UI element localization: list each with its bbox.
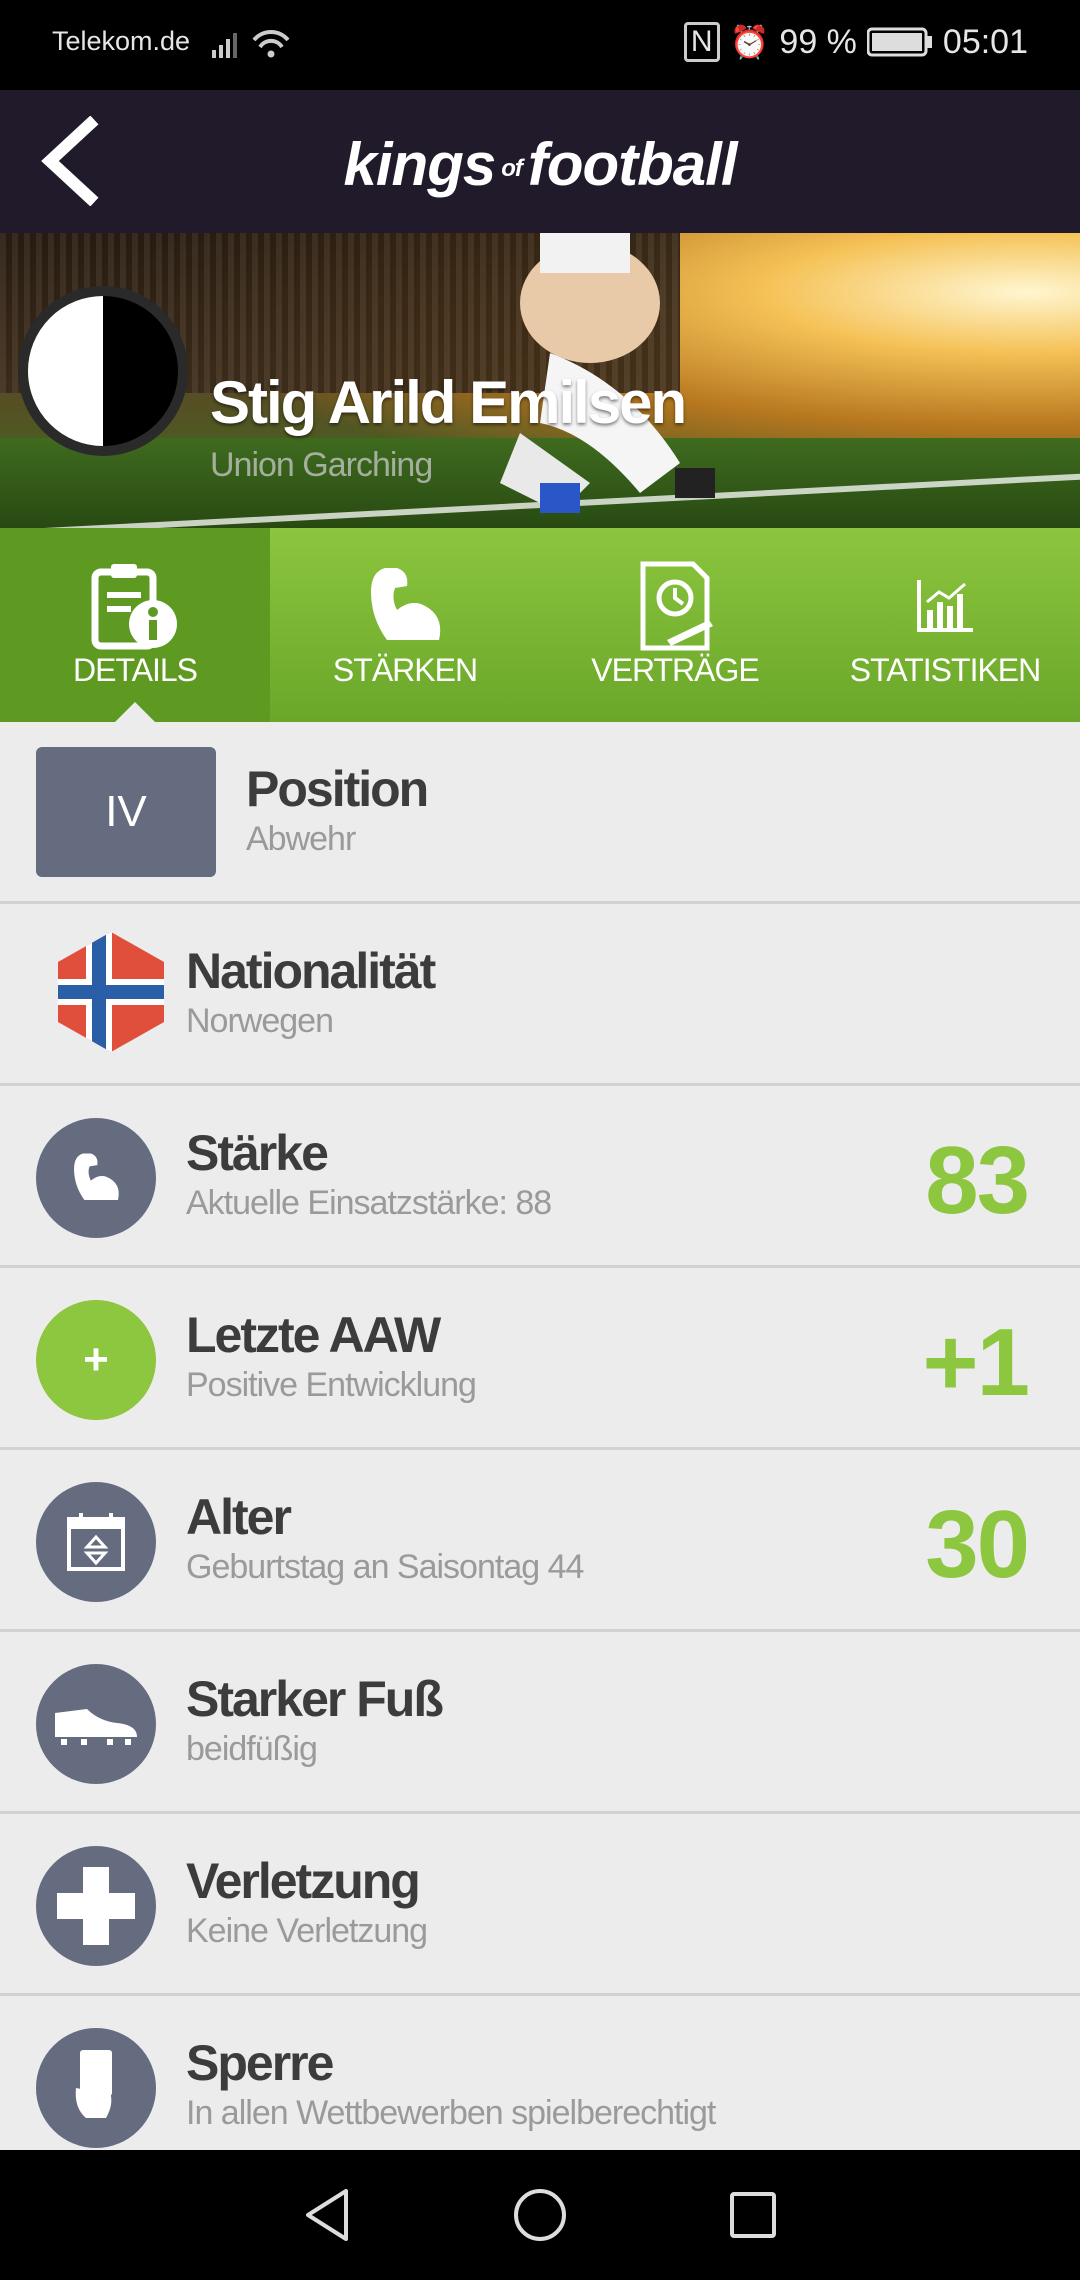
- club-badge: [18, 286, 188, 456]
- nfc-icon: N: [683, 22, 720, 62]
- flexed-arm-icon: [74, 1153, 119, 1200]
- strength-icon-circle: [36, 1118, 156, 1238]
- foot-icon-circle: [36, 1664, 156, 1784]
- status-bar: Telekom.de N ⏰ 99 % 05:01: [0, 0, 1080, 90]
- strength-subtitle: Aktuelle Einsatzstärke: 88: [186, 1184, 552, 1222]
- plus-icon: +: [83, 1335, 109, 1384]
- injury-icon-circle: [36, 1846, 156, 1966]
- app-bar: kings of football: [0, 90, 1080, 233]
- position-badge: IV: [36, 747, 216, 877]
- app-logo: kings of football: [343, 131, 738, 198]
- injury-value: Keine Verletzung: [186, 1912, 428, 1950]
- referee-card-icon: [75, 2050, 112, 2118]
- foot-title: Starker Fuß: [186, 1671, 444, 1727]
- list-item-position[interactable]: IV Position Abwehr: [0, 722, 1080, 904]
- player-club: Union Garching: [210, 446, 433, 484]
- foot-value: beidfüßig: [186, 1730, 318, 1768]
- battery-icon: [866, 27, 932, 57]
- tab-details[interactable]: DETAILS: [0, 528, 270, 722]
- list-item-strength[interactable]: Stärke Aktuelle Einsatzstärke: 88 83: [0, 1086, 1080, 1268]
- position-title: Position: [246, 761, 429, 817]
- document-info-icon: [91, 564, 177, 650]
- active-tab-indicator: [115, 702, 155, 722]
- clock: 05:01: [942, 22, 1028, 61]
- position-value: Abwehr: [246, 820, 356, 858]
- alarm-icon: ⏰: [729, 24, 770, 60]
- aaw-value: +1: [922, 1309, 1030, 1416]
- battery-percent: 99 %: [779, 22, 857, 61]
- age-value: 30: [925, 1491, 1030, 1598]
- age-icon-circle: [36, 1482, 156, 1602]
- player-details-list: IV Position Abwehr Nationalität Norwegen…: [0, 722, 1080, 2150]
- age-title: Alter: [186, 1489, 292, 1545]
- tab-staerken[interactable]: STÄRKEN: [270, 528, 540, 722]
- list-item-age[interactable]: Alter Geburtstag an Saisontag 44 30: [0, 1450, 1080, 1632]
- aaw-icon-circle: +: [36, 1300, 156, 1420]
- list-item-strong-foot[interactable]: Starker Fuß beidfüßig: [0, 1632, 1080, 1814]
- ban-title: Sperre: [186, 2035, 334, 2091]
- age-subtitle: Geburtstag an Saisontag 44: [186, 1548, 584, 1586]
- football-boot-icon: [55, 1709, 137, 1745]
- nationality-value: Norwegen: [186, 1002, 334, 1040]
- system-navigation-bar: [0, 2150, 1080, 2280]
- nav-recents-icon[interactable]: [728, 2190, 778, 2240]
- flexed-arm-icon: [371, 568, 441, 640]
- medical-cross-icon: [57, 1867, 135, 1945]
- norway-flag-icon: [58, 932, 164, 1052]
- ban-icon-circle: [36, 2028, 156, 2148]
- list-item-last-aaw[interactable]: + Letzte AAW Positive Entwicklung +1: [0, 1268, 1080, 1450]
- tab-vertraege[interactable]: VERTRÄGE: [540, 528, 810, 722]
- nav-back-icon[interactable]: [302, 2187, 352, 2243]
- list-item-nationality[interactable]: Nationalität Norwegen: [0, 904, 1080, 1086]
- signal-wifi-icon: [212, 29, 290, 58]
- tab-statistiken[interactable]: STATISTIKEN: [810, 528, 1080, 722]
- strength-value: 83: [925, 1127, 1030, 1234]
- aaw-subtitle: Positive Entwicklung: [186, 1366, 477, 1404]
- calendar-icon: [67, 1513, 125, 1571]
- aaw-title: Letzte AAW: [186, 1307, 441, 1363]
- carrier-name: Telekom.de: [52, 26, 191, 56]
- player-name: Stig Arild Emilsen: [210, 369, 687, 436]
- list-item-ban[interactable]: Sperre In allen Wettbewerben spielberech…: [0, 1996, 1080, 2150]
- nationality-title: Nationalität: [186, 943, 436, 999]
- nav-home-icon[interactable]: [512, 2187, 568, 2243]
- injury-title: Verletzung: [186, 1853, 421, 1909]
- strength-title: Stärke: [186, 1125, 329, 1181]
- tab-bar: DETAILS STÄRKEN VERTRÄGE STATISTIKEN: [0, 528, 1080, 722]
- contract-clock-icon: [640, 561, 713, 651]
- list-item-injury[interactable]: Verletzung Keine Verletzung: [0, 1814, 1080, 1996]
- bar-chart-icon: [917, 580, 973, 632]
- ban-value: In allen Wettbewerben spielberechtigt: [186, 2094, 716, 2132]
